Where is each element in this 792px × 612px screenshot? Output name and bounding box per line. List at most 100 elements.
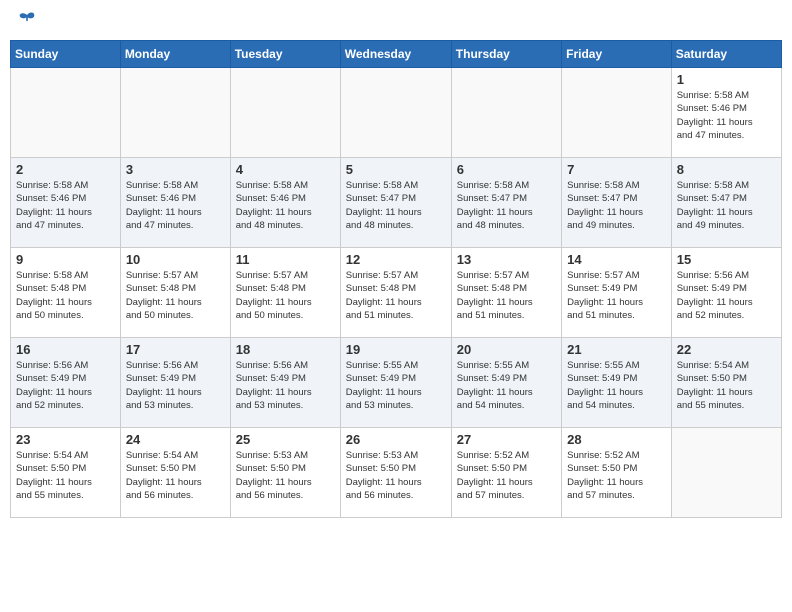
calendar-cell [451, 68, 561, 158]
day-number: 25 [236, 432, 335, 447]
calendar-week-row: 1Sunrise: 5:58 AM Sunset: 5:46 PM Daylig… [11, 68, 782, 158]
calendar-cell: 12Sunrise: 5:57 AM Sunset: 5:48 PM Dayli… [340, 248, 451, 338]
day-number: 19 [346, 342, 446, 357]
day-number: 11 [236, 252, 335, 267]
calendar-cell: 10 Sunrise: 5:57 AM Sunset: 5:48 PM Dayli… [120, 248, 230, 338]
day-info: Sunrise: 5:56 AM Sunset: 5:49 PM Dayligh… [16, 359, 115, 412]
calendar-cell [562, 68, 672, 158]
calendar-cell: 7 Sunrise: 5:58 AM Sunset: 5:47 PM Daylig… [562, 158, 672, 248]
day-number: 14 [567, 252, 666, 267]
calendar-cell [671, 428, 781, 518]
day-info: Sunrise: 5:53 AM Sunset: 5:50 PM Dayligh… [346, 449, 446, 502]
day-info: Sunrise: 5:58 AM Sunset: 5:46 PM Dayligh… [236, 179, 335, 232]
day-info: Sunrise: 5:57 AM Sunset: 5:49 PM Dayligh… [567, 269, 666, 322]
day-number: 6 [457, 162, 556, 177]
calendar-week-row: 9 Sunrise: 5:58 AM Sunset: 5:48 PM Daylig… [11, 248, 782, 338]
day-info: Sunrise: 5:55 AM Sunset: 5:49 PM Dayligh… [457, 359, 556, 412]
day-number: 2 [16, 162, 115, 177]
calendar-header-wednesday: Wednesday [340, 41, 451, 68]
calendar-header-friday: Friday [562, 41, 672, 68]
day-info: Sunrise: 5:58 AM Sunset: 5:46 PM Dayligh… [677, 89, 776, 142]
day-number: 21 [567, 342, 666, 357]
calendar-header-saturday: Saturday [671, 41, 781, 68]
day-info: Sunrise: 5:55 AM Sunset: 5:49 PM Dayligh… [346, 359, 446, 412]
day-number: 5 [346, 162, 446, 177]
calendar-header-sunday: Sunday [11, 41, 121, 68]
calendar-cell: 9 Sunrise: 5:58 AM Sunset: 5:48 PM Daylig… [11, 248, 121, 338]
calendar-cell: 21 Sunrise: 5:55 AM Sunset: 5:49 PM Dayli… [562, 338, 672, 428]
day-number: 10 [126, 252, 225, 267]
day-number: 16 [16, 342, 115, 357]
calendar-week-row: 2 Sunrise: 5:58 AM Sunset: 5:46 PM Daylig… [11, 158, 782, 248]
calendar-cell: 13 Sunrise: 5:57 AM Sunset: 5:48 PM Dayli… [451, 248, 561, 338]
day-number: 26 [346, 432, 446, 447]
day-info: Sunrise: 5:54 AM Sunset: 5:50 PM Dayligh… [16, 449, 115, 502]
calendar-cell: 1Sunrise: 5:58 AM Sunset: 5:46 PM Daylig… [671, 68, 781, 158]
day-number: 23 [16, 432, 115, 447]
day-number: 28 [567, 432, 666, 447]
calendar-cell: 14 Sunrise: 5:57 AM Sunset: 5:49 PM Dayli… [562, 248, 672, 338]
day-info: Sunrise: 5:56 AM Sunset: 5:49 PM Dayligh… [677, 269, 776, 322]
day-number: 27 [457, 432, 556, 447]
calendar-header-row: SundayMondayTuesdayWednesdayThursdayFrid… [11, 41, 782, 68]
day-number: 17 [126, 342, 225, 357]
day-info: Sunrise: 5:52 AM Sunset: 5:50 PM Dayligh… [457, 449, 556, 502]
calendar-cell: 16 Sunrise: 5:56 AM Sunset: 5:49 PM Dayli… [11, 338, 121, 428]
calendar-cell: 19 Sunrise: 5:55 AM Sunset: 5:49 PM Dayli… [340, 338, 451, 428]
calendar-cell: 25 Sunrise: 5:53 AM Sunset: 5:50 PM Dayli… [230, 428, 340, 518]
calendar-cell: 18 Sunrise: 5:56 AM Sunset: 5:49 PM Dayli… [230, 338, 340, 428]
day-number: 20 [457, 342, 556, 357]
day-number: 24 [126, 432, 225, 447]
day-info: Sunrise: 5:57 AM Sunset: 5:48 PM Dayligh… [457, 269, 556, 322]
calendar-cell [120, 68, 230, 158]
day-number: 13 [457, 252, 556, 267]
calendar-cell [340, 68, 451, 158]
day-number: 8 [677, 162, 776, 177]
calendar-table: SundayMondayTuesdayWednesdayThursdayFrid… [10, 40, 782, 518]
day-info: Sunrise: 5:57 AM Sunset: 5:48 PM Dayligh… [126, 269, 225, 322]
day-info: Sunrise: 5:57 AM Sunset: 5:48 PM Dayligh… [236, 269, 335, 322]
day-info: Sunrise: 5:58 AM Sunset: 5:47 PM Dayligh… [567, 179, 666, 232]
calendar-cell: 24 Sunrise: 5:54 AM Sunset: 5:50 PM Dayli… [120, 428, 230, 518]
calendar-cell [11, 68, 121, 158]
day-info: Sunrise: 5:54 AM Sunset: 5:50 PM Dayligh… [126, 449, 225, 502]
day-info: Sunrise: 5:57 AM Sunset: 5:48 PM Dayligh… [346, 269, 446, 322]
day-number: 4 [236, 162, 335, 177]
day-number: 18 [236, 342, 335, 357]
day-info: Sunrise: 5:54 AM Sunset: 5:50 PM Dayligh… [677, 359, 776, 412]
day-info: Sunrise: 5:58 AM Sunset: 5:47 PM Dayligh… [457, 179, 556, 232]
calendar-cell: 22 Sunrise: 5:54 AM Sunset: 5:50 PM Dayli… [671, 338, 781, 428]
day-number: 9 [16, 252, 115, 267]
day-info: Sunrise: 5:58 AM Sunset: 5:48 PM Dayligh… [16, 269, 115, 322]
day-number: 3 [126, 162, 225, 177]
logo [15, 10, 37, 30]
calendar-cell: 4 Sunrise: 5:58 AM Sunset: 5:46 PM Daylig… [230, 158, 340, 248]
day-info: Sunrise: 5:55 AM Sunset: 5:49 PM Dayligh… [567, 359, 666, 412]
day-number: 7 [567, 162, 666, 177]
day-info: Sunrise: 5:52 AM Sunset: 5:50 PM Dayligh… [567, 449, 666, 502]
calendar-cell: 15 Sunrise: 5:56 AM Sunset: 5:49 PM Dayli… [671, 248, 781, 338]
day-info: Sunrise: 5:58 AM Sunset: 5:47 PM Dayligh… [677, 179, 776, 232]
calendar-cell: 20 Sunrise: 5:55 AM Sunset: 5:49 PM Dayli… [451, 338, 561, 428]
day-info: Sunrise: 5:58 AM Sunset: 5:46 PM Dayligh… [126, 179, 225, 232]
calendar-cell: 2 Sunrise: 5:58 AM Sunset: 5:46 PM Daylig… [11, 158, 121, 248]
calendar-header-thursday: Thursday [451, 41, 561, 68]
page-header [10, 10, 782, 30]
calendar-cell: 27 Sunrise: 5:52 AM Sunset: 5:50 PM Dayli… [451, 428, 561, 518]
calendar-cell: 28 Sunrise: 5:52 AM Sunset: 5:50 PM Dayli… [562, 428, 672, 518]
day-info: Sunrise: 5:58 AM Sunset: 5:46 PM Dayligh… [16, 179, 115, 232]
calendar-cell: 23 Sunrise: 5:54 AM Sunset: 5:50 PM Dayli… [11, 428, 121, 518]
day-number: 15 [677, 252, 776, 267]
calendar-cell: 17 Sunrise: 5:56 AM Sunset: 5:49 PM Dayli… [120, 338, 230, 428]
calendar-cell: 26 Sunrise: 5:53 AM Sunset: 5:50 PM Dayli… [340, 428, 451, 518]
day-info: Sunrise: 5:56 AM Sunset: 5:49 PM Dayligh… [236, 359, 335, 412]
day-number: 22 [677, 342, 776, 357]
day-info: Sunrise: 5:56 AM Sunset: 5:49 PM Dayligh… [126, 359, 225, 412]
day-info: Sunrise: 5:53 AM Sunset: 5:50 PM Dayligh… [236, 449, 335, 502]
calendar-cell: 6 Sunrise: 5:58 AM Sunset: 5:47 PM Daylig… [451, 158, 561, 248]
calendar-header-monday: Monday [120, 41, 230, 68]
calendar-cell: 5Sunrise: 5:58 AM Sunset: 5:47 PM Daylig… [340, 158, 451, 248]
calendar-header-tuesday: Tuesday [230, 41, 340, 68]
calendar-cell: 3 Sunrise: 5:58 AM Sunset: 5:46 PM Daylig… [120, 158, 230, 248]
calendar-cell [230, 68, 340, 158]
